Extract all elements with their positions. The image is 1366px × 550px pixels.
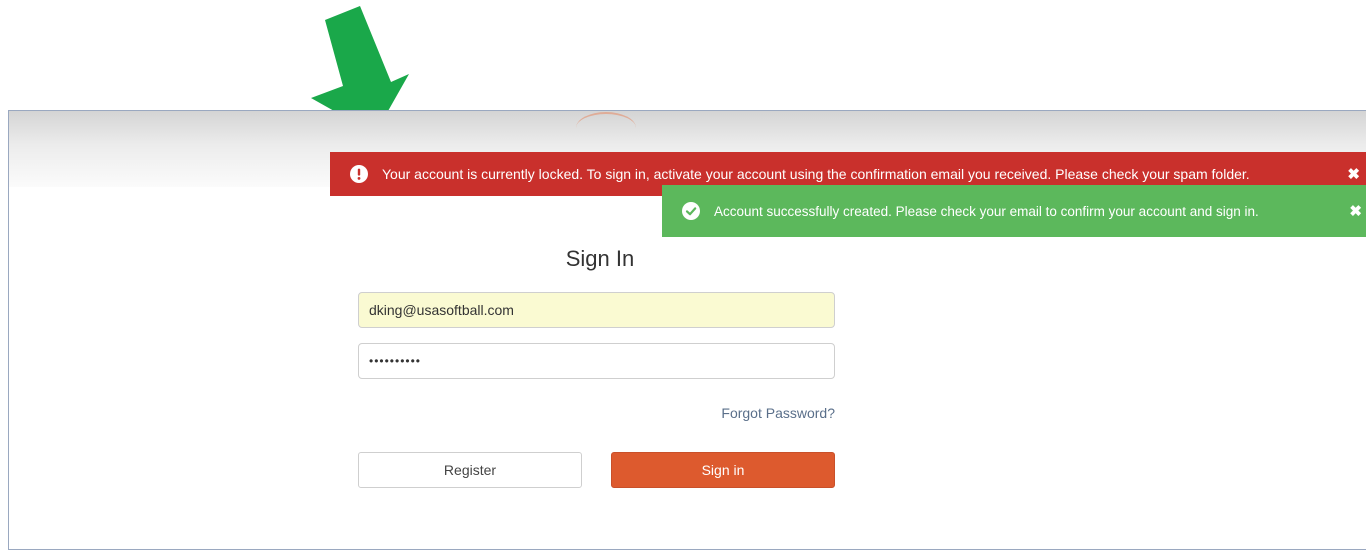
close-success-button[interactable]: ✖ xyxy=(1349,202,1362,220)
close-error-button[interactable]: ✖ xyxy=(1347,165,1360,183)
exclamation-circle-icon xyxy=(350,165,368,183)
success-alert: Account successfully created. Please che… xyxy=(662,185,1366,237)
email-field[interactable] xyxy=(358,292,835,328)
register-button[interactable]: Register xyxy=(358,452,582,488)
logo-fragment xyxy=(576,112,636,144)
success-message: Account successfully created. Please che… xyxy=(714,203,1259,219)
check-circle-icon xyxy=(682,202,700,220)
error-message: Your account is currently locked. To sig… xyxy=(382,166,1250,182)
forgot-password-link[interactable]: Forgot Password? xyxy=(680,405,835,421)
password-field[interactable] xyxy=(358,343,835,379)
page-title: Sign In xyxy=(565,246,635,271)
sign-in-button[interactable]: Sign in xyxy=(611,452,835,488)
